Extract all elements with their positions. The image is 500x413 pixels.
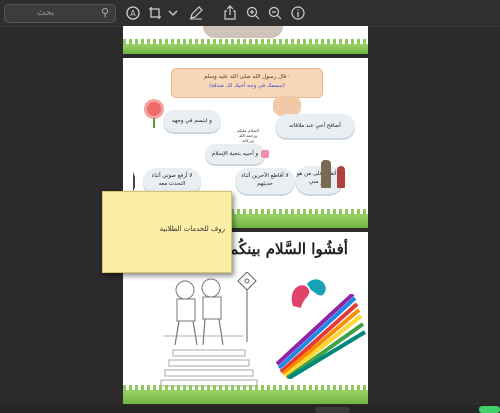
pdf-page-1 [123,26,368,54]
markup-icon[interactable]: A [124,4,142,22]
grass-strip [123,385,368,404]
hadith-line-1: قال رسول الله صلى الله عليه وسلم : [204,74,290,80]
hadith-banner: قال رسول الله صلى الله عليه وسلم : (تبسم… [171,68,323,98]
zoom-out-icon[interactable] [266,4,284,22]
traffic-sign-icon [237,272,257,342]
cloud-elder-text: لا أتقدم على من هو أكبر مني [296,171,342,185]
hadith-line-2: (تبسمك في وجه أخيك لك صدقة) [209,83,285,89]
cloud-interrupt: لا أقاطع الآخرين أثناء حديثهم [235,168,295,194]
salam-label: السلام عليكم ورحمة الله وبركاته [233,128,263,143]
cloud-interrupt-text: لا أقاطع الآخرين أثناء حديثهم [241,173,289,187]
cloud-smile: و ابتسم في وجهه [163,110,221,132]
children-walking-illustration [160,278,258,387]
cloud-shake-text: أصافح أخي عند ملاقاته [289,123,341,129]
elder-figure [321,160,331,188]
child-figure [337,166,345,188]
sticky-note[interactable]: روف للخدمات الطلابية [102,191,232,273]
cloud-shake: أصافح أخي عند ملاقاته [275,114,355,138]
page3-title: أفشُوا السَّلام بينكُم [229,240,348,258]
search-icon: ⚲ [100,6,109,19]
cloud-smile-text: و ابتسم في وجهه [172,118,212,124]
salam-small-text: السلام عليكم ورحمة الله وبركاته [237,128,259,143]
search-field[interactable]: بحث ⚲ [4,4,116,23]
search-placeholder: بحث [37,8,55,18]
pen-icon[interactable] [187,4,205,22]
cloud-greeting-text: و أحييه بتحية الإسلام [211,151,259,157]
cloud-greeting: و أحييه بتحية الإسلام [205,144,265,164]
gift-icon [261,150,269,158]
share-icon[interactable] [221,4,239,22]
crop-icon[interactable] [146,4,164,22]
toolbar: بحث ⚲ A [0,0,500,27]
page-indicator [315,407,350,413]
info-icon[interactable] [289,4,307,22]
sticky-note-text[interactable]: روف للخدمات الطلابية [160,225,225,233]
flower-icon [147,102,161,116]
handshake-icon [273,96,301,116]
grass-strip [123,39,368,54]
cloud-voice-text: لا أرفع صوتي أثناء التحدث معه [151,173,193,187]
zoom-in-icon[interactable] [244,4,262,22]
chevron-down-icon[interactable] [165,4,178,22]
flower-stem [153,118,155,128]
cloud-elder: لا أتقدم على من هو أكبر مني [295,166,343,194]
status-indicator [479,406,500,413]
page1-illustration [203,26,283,38]
colored-pencils-illustration [275,294,367,379]
status-bar [0,405,500,413]
svg-text:A: A [130,9,136,18]
